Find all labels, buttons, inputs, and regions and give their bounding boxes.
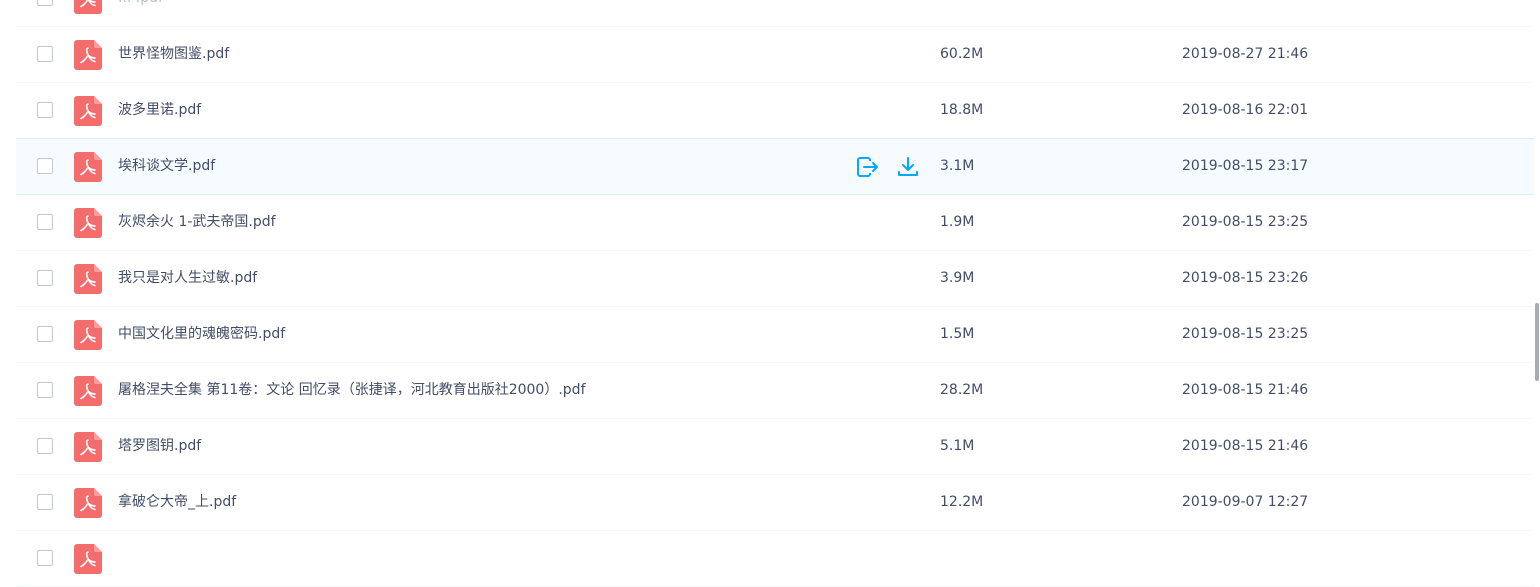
row-checkbox[interactable] [37, 102, 53, 118]
file-date: 2019-08-15 23:17 [1182, 158, 1309, 174]
file-date: 2019-08-15 23:25 [1182, 326, 1309, 342]
file-size: 3.1M [940, 158, 975, 174]
file-name[interactable]: 塔罗图钥.pdf [118, 437, 201, 455]
table-row[interactable]: 埃科谈文学.pdf 3.1M 2019-08-15 23:17 [16, 138, 1534, 195]
file-size: 3.9M [940, 270, 975, 286]
row-checkbox[interactable] [37, 0, 53, 6]
file-date: 2019-08-27 21:46 [1182, 46, 1309, 62]
file-size: 5.1M [940, 438, 975, 454]
table-row[interactable]: 波多里诺.pdf 18.8M 2019-08-16 22:01 [16, 83, 1534, 139]
file-name[interactable]: 拿破仑大帝_上.pdf [118, 493, 236, 511]
file-date: 2019-08-15 23:26 [1182, 270, 1309, 286]
row-checkbox[interactable] [37, 550, 53, 566]
file-name[interactable]: 波多里诺.pdf [118, 101, 201, 119]
table-row[interactable]: 我只是对人生过敏.pdf 3.9M 2019-08-15 23:26 [16, 251, 1534, 307]
share-icon[interactable] [856, 155, 880, 179]
pdf-file-icon [74, 432, 102, 462]
pdf-file-icon [74, 208, 102, 238]
file-size: 28.2M [940, 382, 984, 398]
download-icon[interactable] [896, 155, 920, 179]
pdf-file-icon [74, 40, 102, 70]
pdf-file-icon [74, 488, 102, 518]
file-size: 60.2M [940, 46, 984, 62]
pdf-file-icon [74, 376, 102, 406]
row-checkbox[interactable] [37, 438, 53, 454]
file-name[interactable]: 世界怪物图鉴.pdf [118, 45, 229, 63]
file-name[interactable]: 屠格涅夫全集 第11卷：文论 回忆录（张捷译，河北教育出版社2000）.pdf [118, 381, 586, 399]
pdf-file-icon [74, 0, 102, 14]
table-row[interactable]: ... .pdf [16, 0, 1534, 27]
pdf-file-icon [74, 152, 102, 182]
scrollbar[interactable] [1534, 0, 1540, 559]
file-date: 2019-08-15 21:46 [1182, 382, 1309, 398]
table-row[interactable]: 屠格涅夫全集 第11卷：文论 回忆录（张捷译，河北教育出版社2000）.pdf 2… [16, 363, 1534, 419]
row-checkbox[interactable] [37, 214, 53, 230]
table-row[interactable] [16, 531, 1534, 587]
file-list: ... .pdf 世界怪物图鉴.pdf 60.2M 2019-08-27 21:46… [16, 0, 1534, 587]
file-name[interactable]: 埃科谈文学.pdf [118, 157, 215, 175]
table-row[interactable]: 中国文化里的魂魄密码.pdf 1.5M 2019-08-15 23:25 [16, 307, 1534, 363]
file-size: 1.5M [940, 326, 975, 342]
file-date: 2019-08-15 21:46 [1182, 438, 1309, 454]
file-date: 2019-08-16 22:01 [1182, 102, 1309, 118]
file-size: 1.9M [940, 214, 975, 230]
row-checkbox[interactable] [37, 494, 53, 510]
pdf-file-icon [74, 544, 102, 574]
table-row[interactable]: 拿破仑大帝_上.pdf 12.2M 2019-09-07 12:27 [16, 475, 1534, 531]
row-checkbox[interactable] [37, 46, 53, 62]
row-checkbox[interactable] [37, 270, 53, 286]
pdf-file-icon [74, 96, 102, 126]
pdf-file-icon [74, 320, 102, 350]
file-size: 12.2M [940, 494, 984, 510]
file-name[interactable]: ... .pdf [118, 0, 163, 7]
pdf-file-icon [74, 264, 102, 294]
row-actions [856, 155, 920, 179]
scrollbar-thumb[interactable] [1535, 303, 1539, 381]
file-size: 18.8M [940, 102, 984, 118]
file-date: 2019-09-07 12:27 [1182, 494, 1309, 510]
file-name[interactable]: 灰烬余火 1-武夫帝国.pdf [118, 213, 276, 231]
row-checkbox[interactable] [37, 326, 53, 342]
row-checkbox[interactable] [37, 382, 53, 398]
file-name[interactable]: 我只是对人生过敏.pdf [118, 269, 257, 287]
file-name[interactable]: 中国文化里的魂魄密码.pdf [118, 325, 285, 343]
row-checkbox[interactable] [37, 158, 53, 174]
table-row[interactable]: 世界怪物图鉴.pdf 60.2M 2019-08-27 21:46 [16, 27, 1534, 83]
file-date: 2019-08-15 23:25 [1182, 214, 1309, 230]
table-row[interactable]: 塔罗图钥.pdf 5.1M 2019-08-15 21:46 [16, 419, 1534, 475]
table-row[interactable]: 灰烬余火 1-武夫帝国.pdf 1.9M 2019-08-15 23:25 [16, 195, 1534, 251]
